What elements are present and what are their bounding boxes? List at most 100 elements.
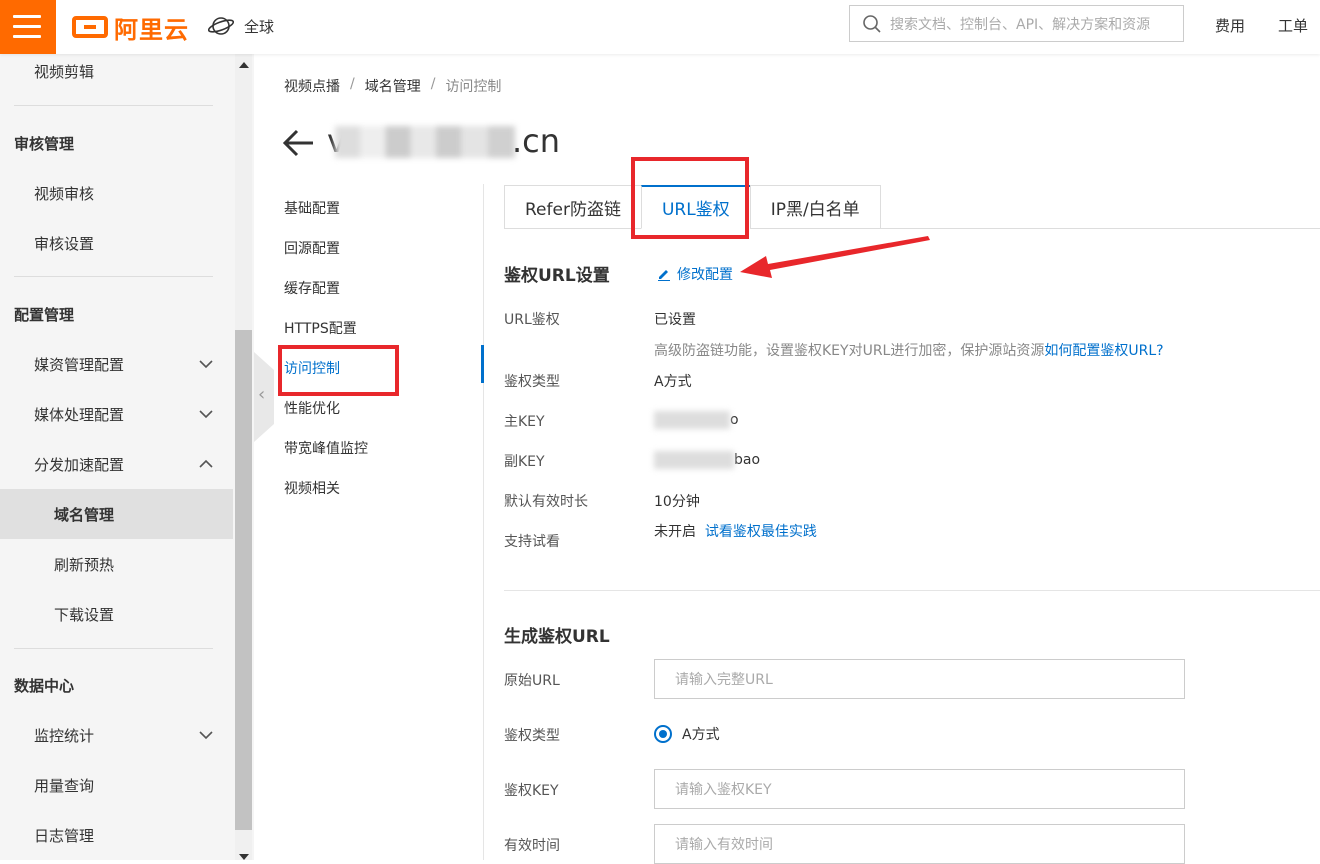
- sidebar-item-label: 监控统计: [34, 726, 95, 745]
- sidebar-item-media-config[interactable]: 媒资管理配置: [0, 339, 233, 389]
- subnav-performance[interactable]: 性能优化: [284, 398, 340, 418]
- sidebar-item-label: 域名管理: [54, 505, 115, 524]
- sidebar-item-label: 视频审核: [34, 184, 95, 203]
- redacted-key: [654, 451, 734, 469]
- url-auth-value: 已设置: [654, 312, 696, 328]
- subnav-active-indicator: [481, 345, 484, 383]
- chevron-down-icon: [199, 731, 213, 740]
- auth-type-label: 鉴权类型: [504, 374, 560, 390]
- ticket-link[interactable]: 工单: [1278, 15, 1308, 36]
- back-arrow-icon[interactable]: [282, 126, 316, 160]
- sidebar-divider: [14, 105, 213, 106]
- valid-time-input[interactable]: 请输入有效时间: [654, 824, 1185, 864]
- primary-key-tail: o: [730, 412, 739, 428]
- sidebar-group-label: 数据中心: [14, 676, 75, 695]
- sidebar-item-label: 媒体处理配置: [34, 405, 125, 424]
- auth-key-placeholder: 请输入鉴权KEY: [675, 782, 772, 798]
- search-input[interactable]: 搜索文档、控制台、API、解决方案和资源: [849, 5, 1184, 42]
- valid-time-label: 有效时间: [504, 838, 560, 854]
- brand-name: 阿里云: [114, 15, 189, 44]
- breadcrumb: 视频点播 / 域名管理 / 访问控制: [284, 76, 501, 96]
- subnav-basic-config[interactable]: 基础配置: [284, 198, 340, 218]
- sidebar-scrollbar-thumb[interactable]: [235, 330, 252, 830]
- valid-time-placeholder: 请输入有效时间: [675, 837, 773, 853]
- annotation-highlight-tab: [631, 157, 749, 239]
- original-url-input[interactable]: 请输入完整URL: [654, 659, 1185, 699]
- sidebar-item-monitoring[interactable]: 监控统计: [0, 710, 233, 760]
- url-auth-label: URL鉴权: [504, 312, 560, 328]
- sidebar-item-usage-query[interactable]: 用量查询: [0, 760, 233, 810]
- sidebar-group-review: 审核管理: [0, 118, 233, 168]
- auth-type-value: A方式: [654, 374, 692, 390]
- scroll-down-arrow-icon[interactable]: [239, 854, 249, 860]
- tab-referer[interactable]: Refer防盗链: [504, 185, 641, 229]
- edit-config-link[interactable]: 修改配置: [657, 264, 733, 284]
- subnav-bandwidth-monitor[interactable]: 带宽峰值监控: [284, 438, 368, 458]
- scroll-up-arrow-icon[interactable]: [239, 62, 249, 68]
- globe-icon: [208, 17, 234, 35]
- sidebar-item-log-management[interactable]: 日志管理: [0, 810, 233, 860]
- section-divider: [504, 590, 1320, 591]
- billing-link[interactable]: 费用: [1215, 15, 1245, 36]
- original-url-placeholder: 请输入完整URL: [675, 672, 773, 688]
- sidebar-group-label: 配置管理: [14, 305, 75, 324]
- tab-ip-list[interactable]: IP黑/白名单: [749, 185, 881, 229]
- region-selector[interactable]: 全球: [208, 13, 274, 39]
- subnav-cache-config[interactable]: 缓存配置: [284, 278, 340, 298]
- subnav-origin-config[interactable]: 回源配置: [284, 238, 340, 258]
- sidebar-item-label: 审核设置: [34, 234, 95, 253]
- sidebar-divider: [14, 276, 213, 277]
- chevron-up-icon: [199, 459, 213, 468]
- sidebar-group-config: 配置管理: [0, 289, 233, 339]
- aliyun-logo-icon: [72, 16, 108, 38]
- sidebar-divider: [14, 648, 213, 649]
- aliyun-logo[interactable]: 阿里云: [72, 12, 189, 44]
- sidebar-item-label: 日志管理: [34, 826, 95, 845]
- sidebar-collapse-handle[interactable]: [254, 352, 274, 442]
- subnav-divider: [483, 184, 484, 860]
- breadcrumb-item[interactable]: 域名管理: [365, 76, 421, 96]
- trial-best-practice-link[interactable]: 试看鉴权最佳实践: [705, 524, 817, 540]
- trial-status: 未开启: [654, 524, 696, 540]
- breadcrumb-separator: /: [430, 76, 436, 92]
- sidebar-item-video-edit[interactable]: 视频剪辑: [0, 54, 233, 96]
- search-placeholder: 搜索文档、控制台、API、解决方案和资源: [890, 16, 1151, 33]
- generate-section-title: 生成鉴权URL: [504, 627, 610, 647]
- domain-title-suffix: .cn: [512, 122, 561, 160]
- sidebar-item-label: 下载设置: [54, 605, 115, 624]
- annotation-highlight-subnav: [278, 345, 399, 396]
- primary-key-label: 主KEY: [504, 414, 545, 430]
- subnav-video-related[interactable]: 视频相关: [284, 478, 340, 498]
- top-bar: 阿里云 全球 搜索文档、控制台、API、解决方案和资源 费用 工单: [0, 0, 1320, 54]
- sidebar-item-download-settings[interactable]: 下载设置: [0, 589, 233, 639]
- region-label: 全球: [244, 17, 275, 36]
- default-ttl-label: 默认有效时长: [504, 494, 588, 510]
- secondary-key-value: bao: [654, 451, 760, 469]
- chevron-down-icon: [199, 360, 213, 369]
- redacted-domain: [335, 126, 515, 158]
- gen-auth-type-label: 鉴权类型: [504, 728, 560, 744]
- secondary-key-tail: bao: [734, 452, 761, 468]
- tab-baseline: [878, 228, 1320, 229]
- breadcrumb-item[interactable]: 视频点播: [284, 76, 340, 96]
- sidebar-item-processing-config[interactable]: 媒体处理配置: [0, 389, 233, 439]
- sidebar-group-label: 审核管理: [14, 134, 75, 153]
- auth-key-input[interactable]: 请输入鉴权KEY: [654, 769, 1185, 809]
- sidebar-item-video-review[interactable]: 视频审核: [0, 168, 233, 218]
- auth-key-label: 鉴权KEY: [504, 783, 559, 799]
- sidebar-item-cdn-config[interactable]: 分发加速配置: [0, 439, 233, 489]
- search-icon: [863, 14, 881, 33]
- hamburger-menu-icon[interactable]: [0, 0, 56, 54]
- redacted-key: [654, 411, 730, 429]
- subnav-https-config[interactable]: HTTPS配置: [284, 318, 357, 338]
- pencil-icon: [658, 270, 670, 281]
- sidebar-item-domain-management[interactable]: 域名管理: [0, 489, 233, 539]
- sidebar-item-refresh-preload[interactable]: 刷新预热: [0, 539, 233, 589]
- how-to-config-link[interactable]: 如何配置鉴权URL?: [1044, 343, 1163, 359]
- original-url-label: 原始URL: [504, 673, 560, 689]
- auth-section-title: 鉴权URL设置: [504, 266, 610, 286]
- trial-label: 支持试看: [504, 534, 560, 550]
- sidebar-item-review-settings[interactable]: 审核设置: [0, 218, 233, 268]
- breadcrumb-separator: /: [350, 76, 355, 92]
- auth-type-radio-a[interactable]: A方式: [654, 724, 720, 744]
